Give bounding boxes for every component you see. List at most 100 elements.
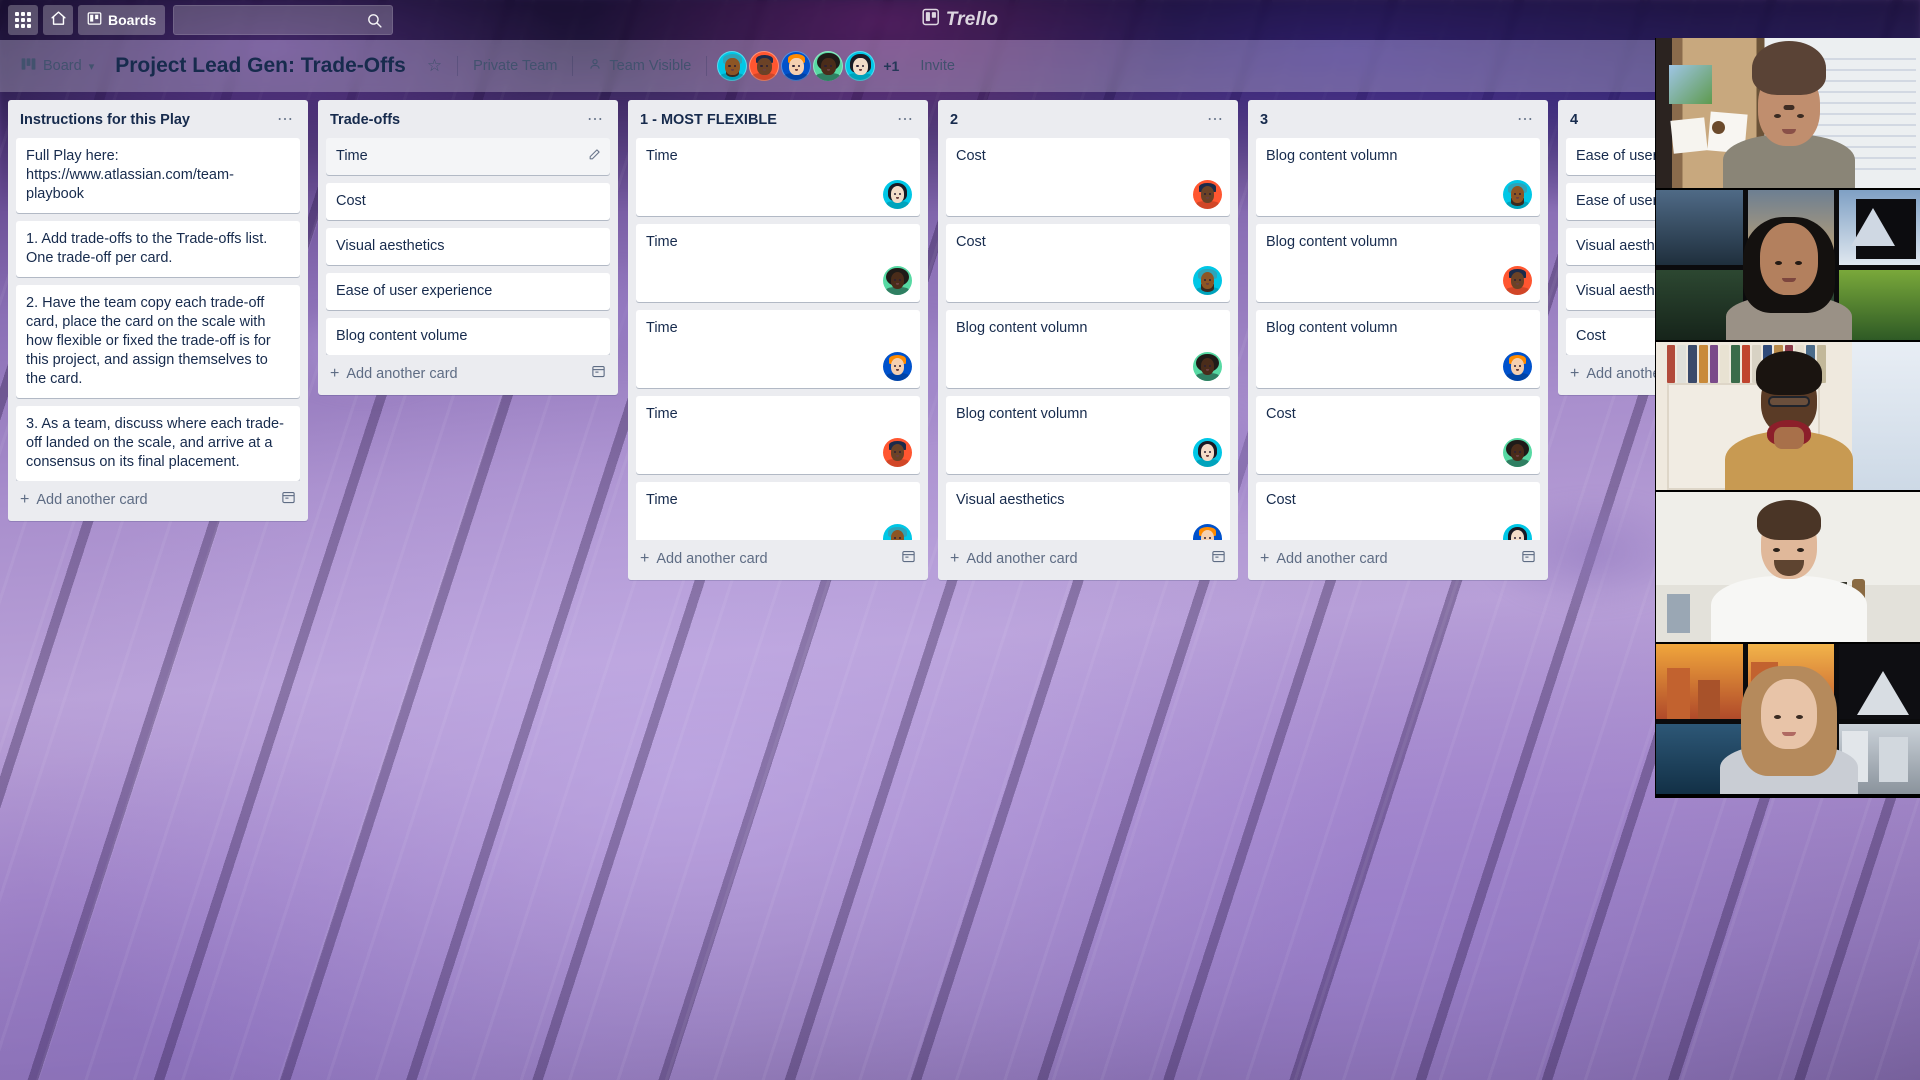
plus-icon: + [330, 364, 340, 382]
video-tile-participant-5[interactable] [1656, 644, 1920, 796]
card[interactable]: Visual aesthetics [946, 482, 1230, 540]
visibility-button[interactable]: Team Visible [577, 50, 702, 82]
header-divider [572, 56, 574, 76]
search-input[interactable] [174, 6, 393, 34]
add-another-card-button[interactable]: + Add another card [8, 481, 308, 515]
avatar[interactable] [845, 51, 876, 81]
list-menu-icon[interactable]: ⋯ [1203, 112, 1228, 128]
card[interactable]: Full Play here: https://www.atlassian.co… [16, 138, 300, 213]
card-title: Visual aesthetics [956, 492, 1065, 508]
list-title[interactable]: Trade-offs [330, 112, 400, 128]
card[interactable]: Cost [946, 138, 1230, 216]
list-title[interactable]: 3 [1260, 112, 1268, 128]
card[interactable]: 2. Have the team copy each trade-off car… [16, 285, 300, 398]
search-icon[interactable] [366, 12, 383, 34]
avatar[interactable] [781, 51, 812, 81]
list-menu-icon[interactable]: ⋯ [273, 112, 298, 128]
card[interactable]: Time [326, 138, 610, 175]
card-template-icon[interactable] [1521, 549, 1536, 568]
video-tile-participant-1[interactable] [1656, 38, 1920, 190]
avatar[interactable] [883, 352, 912, 381]
list-header: 3 ⋯ [1248, 100, 1548, 138]
list-menu-icon[interactable]: ⋯ [893, 112, 918, 128]
add-another-card-button[interactable]: + Add another card [628, 540, 928, 574]
card[interactable]: 3. As a team, discuss where each trade-o… [16, 406, 300, 481]
avatar[interactable] [883, 438, 912, 467]
board-list[interactable]: 3 ⋯ Blog content volumn Blog content volu… [1248, 100, 1548, 580]
card[interactable]: Time [636, 138, 920, 216]
card[interactable]: Blog content volumn [1256, 224, 1540, 302]
team-name-button[interactable]: Private Team [462, 50, 568, 82]
card[interactable]: Blog content volume [326, 318, 610, 355]
boards-button[interactable]: Boards [78, 5, 166, 35]
add-another-card-button[interactable]: + Add another card [318, 355, 618, 389]
trello-logo[interactable]: Trello [922, 8, 999, 32]
avatar[interactable] [1503, 180, 1532, 209]
video-tile-participant-2[interactable] [1656, 190, 1920, 342]
card[interactable]: Blog content volumn [1256, 310, 1540, 388]
card[interactable]: Cost [1256, 396, 1540, 474]
card-template-icon[interactable] [281, 490, 296, 509]
avatar[interactable] [1503, 266, 1532, 295]
list-cards: Time Time Time Time Time [628, 138, 928, 540]
avatar[interactable] [1193, 352, 1222, 381]
star-board-button[interactable]: ☆ [416, 50, 453, 82]
card[interactable]: Time [636, 224, 920, 302]
trello-logo-icon [922, 8, 940, 32]
pencil-icon[interactable] [588, 147, 601, 166]
apps-grid-button[interactable] [8, 5, 38, 35]
card[interactable]: Blog content volumn [1256, 138, 1540, 216]
add-card-label: Add another card [966, 550, 1078, 567]
list-title[interactable]: Instructions for this Play [20, 112, 190, 128]
board-lists-container[interactable]: Instructions for this Play ⋯ Full Play he… [0, 92, 1920, 1080]
card[interactable]: Cost [1256, 482, 1540, 540]
video-tile-participant-4[interactable] [1656, 492, 1920, 644]
card-template-icon[interactable] [1211, 549, 1226, 568]
avatar[interactable] [813, 51, 844, 81]
board-list[interactable]: Instructions for this Play ⋯ Full Play he… [8, 100, 308, 521]
avatar[interactable] [749, 51, 780, 81]
card[interactable]: Cost [326, 183, 610, 220]
avatar[interactable] [1503, 438, 1532, 467]
card[interactable]: Blog content volumn [946, 310, 1230, 388]
list-title[interactable]: 1 - MOST FLEXIBLE [640, 112, 777, 128]
global-topbar: Boards Trello [0, 0, 1920, 40]
board-menu-label: Board [43, 58, 82, 74]
avatar[interactable] [1503, 524, 1532, 540]
list-title[interactable]: 4 [1570, 112, 1578, 128]
avatar[interactable] [717, 51, 748, 81]
board-list[interactable]: 2 ⋯ Cost Cost Blog content volumn Blog co… [938, 100, 1238, 580]
list-menu-icon[interactable]: ⋯ [1513, 112, 1538, 128]
card[interactable]: Blog content volumn [946, 396, 1230, 474]
avatar[interactable] [883, 180, 912, 209]
board-list[interactable]: 1 - MOST FLEXIBLE ⋯ Time Time Time Time [628, 100, 928, 580]
video-call-panel[interactable] [1655, 38, 1920, 798]
avatar[interactable] [1193, 180, 1222, 209]
global-search[interactable] [173, 5, 394, 35]
board-list[interactable]: Trade-offs ⋯ Time Cost Visual aesthetics Eas… [318, 100, 618, 395]
list-title[interactable]: 2 [950, 112, 958, 128]
add-another-card-button[interactable]: + Add another card [1248, 540, 1548, 574]
avatar[interactable] [1193, 438, 1222, 467]
card-template-icon[interactable] [591, 364, 606, 383]
members-overflow-badge[interactable]: +1 [883, 58, 899, 74]
avatar[interactable] [883, 266, 912, 295]
avatar[interactable] [1193, 524, 1222, 540]
video-tile-participant-3[interactable] [1656, 342, 1920, 492]
avatar[interactable] [1503, 352, 1532, 381]
invite-button[interactable]: Invite [909, 50, 966, 82]
card[interactable]: Ease of user experience [326, 273, 610, 310]
card[interactable]: Visual aesthetics [326, 228, 610, 265]
avatar[interactable] [883, 524, 912, 540]
add-another-card-button[interactable]: + Add another card [938, 540, 1238, 574]
board-menu-button[interactable]: Board ▾ [10, 50, 105, 82]
card[interactable]: Time [636, 396, 920, 474]
home-button[interactable] [43, 5, 73, 35]
card[interactable]: Time [636, 482, 920, 540]
card[interactable]: Time [636, 310, 920, 388]
avatar[interactable] [1193, 266, 1222, 295]
list-menu-icon[interactable]: ⋯ [583, 112, 608, 128]
card-template-icon[interactable] [901, 549, 916, 568]
card[interactable]: Cost [946, 224, 1230, 302]
card[interactable]: 1. Add trade-offs to the Trade-offs list… [16, 221, 300, 277]
